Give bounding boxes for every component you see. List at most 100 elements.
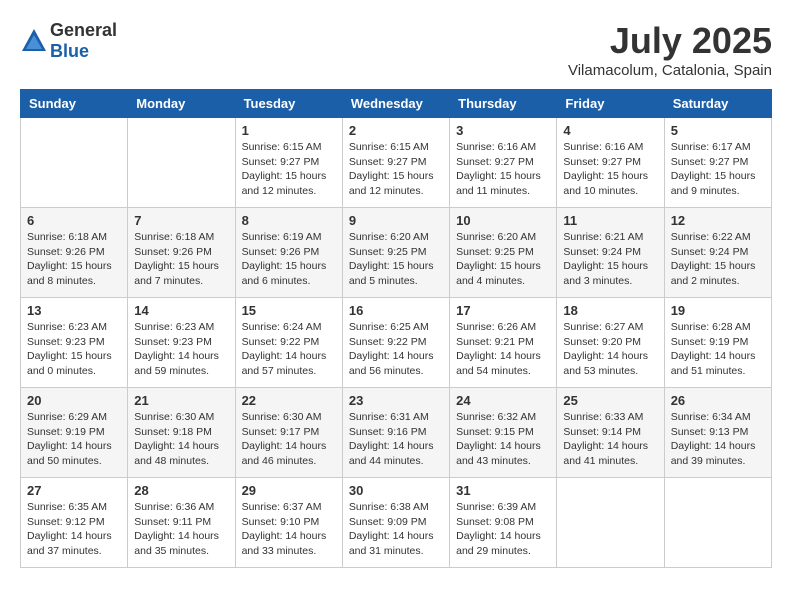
calendar-cell [664, 478, 771, 568]
day-number: 3 [456, 123, 550, 138]
day-number: 5 [671, 123, 765, 138]
day-number: 22 [242, 393, 336, 408]
day-number: 19 [671, 303, 765, 318]
calendar-table: SundayMondayTuesdayWednesdayThursdayFrid… [20, 89, 772, 568]
weekday-header-thursday: Thursday [450, 90, 557, 118]
day-info: Sunrise: 6:15 AMSunset: 9:27 PMDaylight:… [349, 140, 443, 199]
calendar-cell: 10 Sunrise: 6:20 AMSunset: 9:25 PMDayligh… [450, 208, 557, 298]
day-info: Sunrise: 6:30 AMSunset: 9:17 PMDaylight:… [242, 410, 336, 469]
location-subtitle: Vilamacolum, Catalonia, Spain [568, 62, 772, 79]
calendar-body: 1 Sunrise: 6:15 AMSunset: 9:27 PMDaylight… [21, 118, 772, 568]
calendar-cell: 9 Sunrise: 6:20 AMSunset: 9:25 PMDaylight… [342, 208, 449, 298]
day-info: Sunrise: 6:32 AMSunset: 9:15 PMDaylight:… [456, 410, 550, 469]
calendar-cell: 16 Sunrise: 6:25 AMSunset: 9:22 PMDayligh… [342, 298, 449, 388]
calendar-cell: 15Sunrise: 6:24 AMSunset: 9:22 PMDayligh… [235, 298, 342, 388]
day-info: Sunrise: 6:18 AMSunset: 9:26 PMDaylight:… [27, 230, 121, 289]
calendar-cell: 14 Sunrise: 6:23 AMSunset: 9:23 PMDayligh… [128, 298, 235, 388]
day-number: 9 [349, 213, 443, 228]
calendar-cell: 3Sunrise: 6:16 AMSunset: 9:27 PMDaylight… [450, 118, 557, 208]
day-number: 26 [671, 393, 765, 408]
day-number: 1 [242, 123, 336, 138]
day-info: Sunrise: 6:39 AMSunset: 9:08 PMDaylight:… [456, 500, 550, 559]
calendar-cell: 1 Sunrise: 6:15 AMSunset: 9:27 PMDaylight… [235, 118, 342, 208]
day-number: 13 [27, 303, 121, 318]
day-info: Sunrise: 6:17 AMSunset: 9:27 PMDaylight:… [671, 140, 765, 199]
day-info: Sunrise: 6:22 AMSunset: 9:24 PMDaylight:… [671, 230, 765, 289]
day-info: Sunrise: 6:16 AMSunset: 9:27 PMDaylight:… [563, 140, 657, 199]
calendar-cell: 21 Sunrise: 6:30 AMSunset: 9:18 PMDayligh… [128, 388, 235, 478]
day-number: 14 [134, 303, 228, 318]
logo: General Blue [20, 20, 117, 62]
day-info: Sunrise: 6:34 AMSunset: 9:13 PMDaylight:… [671, 410, 765, 469]
calendar-cell: 7Sunrise: 6:18 AMSunset: 9:26 PMDaylight… [128, 208, 235, 298]
day-number: 30 [349, 483, 443, 498]
calendar-cell: 4 Sunrise: 6:16 AMSunset: 9:27 PMDaylight… [557, 118, 664, 208]
day-info: Sunrise: 6:31 AMSunset: 9:16 PMDaylight:… [349, 410, 443, 469]
day-info: Sunrise: 6:27 AMSunset: 9:20 PMDaylight:… [563, 320, 657, 379]
day-info: Sunrise: 6:29 AMSunset: 9:19 PMDaylight:… [27, 410, 121, 469]
calendar-week-1: 1 Sunrise: 6:15 AMSunset: 9:27 PMDaylight… [21, 118, 772, 208]
calendar-cell [21, 118, 128, 208]
calendar-cell: 23 Sunrise: 6:31 AMSunset: 9:16 PMDayligh… [342, 388, 449, 478]
day-info: Sunrise: 6:23 AMSunset: 9:23 PMDaylight:… [27, 320, 121, 379]
calendar-cell: 12 Sunrise: 6:22 AMSunset: 9:24 PMDayligh… [664, 208, 771, 298]
weekday-header-sunday: Sunday [21, 90, 128, 118]
day-info: Sunrise: 6:30 AMSunset: 9:18 PMDaylight:… [134, 410, 228, 469]
day-info: Sunrise: 6:15 AMSunset: 9:27 PMDaylight:… [242, 140, 336, 199]
calendar-week-5: 27 Sunrise: 6:35 AMSunset: 9:12 PMDayligh… [21, 478, 772, 568]
calendar-cell: 28Sunrise: 6:36 AMSunset: 9:11 PMDayligh… [128, 478, 235, 568]
calendar-week-3: 13 Sunrise: 6:23 AMSunset: 9:23 PMDayligh… [21, 298, 772, 388]
day-number: 27 [27, 483, 121, 498]
day-info: Sunrise: 6:20 AMSunset: 9:25 PMDaylight:… [349, 230, 443, 289]
day-number: 21 [134, 393, 228, 408]
weekday-header-monday: Monday [128, 90, 235, 118]
calendar-cell [557, 478, 664, 568]
title-area: July 2025 Vilamacolum, Catalonia, Spain [568, 20, 772, 79]
logo-icon [20, 27, 48, 55]
month-year-title: July 2025 [568, 20, 772, 62]
header: General Blue July 2025 Vilamacolum, Cata… [20, 20, 772, 79]
day-number: 16 [349, 303, 443, 318]
day-info: Sunrise: 6:33 AMSunset: 9:14 PMDaylight:… [563, 410, 657, 469]
day-number: 25 [563, 393, 657, 408]
calendar-cell: 19 Sunrise: 6:28 AMSunset: 9:19 PMDayligh… [664, 298, 771, 388]
day-info: Sunrise: 6:28 AMSunset: 9:19 PMDaylight:… [671, 320, 765, 379]
weekday-header-wednesday: Wednesday [342, 90, 449, 118]
day-number: 31 [456, 483, 550, 498]
day-info: Sunrise: 6:23 AMSunset: 9:23 PMDaylight:… [134, 320, 228, 379]
weekday-header-tuesday: Tuesday [235, 90, 342, 118]
day-number: 10 [456, 213, 550, 228]
calendar-cell: 29 Sunrise: 6:37 AMSunset: 9:10 PMDayligh… [235, 478, 342, 568]
day-number: 4 [563, 123, 657, 138]
calendar-cell: 26 Sunrise: 6:34 AMSunset: 9:13 PMDayligh… [664, 388, 771, 478]
calendar-cell: 11Sunrise: 6:21 AMSunset: 9:24 PMDayligh… [557, 208, 664, 298]
day-number: 6 [27, 213, 121, 228]
day-info: Sunrise: 6:35 AMSunset: 9:12 PMDaylight:… [27, 500, 121, 559]
day-info: Sunrise: 6:38 AMSunset: 9:09 PMDaylight:… [349, 500, 443, 559]
calendar-cell: 8Sunrise: 6:19 AMSunset: 9:26 PMDaylight… [235, 208, 342, 298]
day-number: 29 [242, 483, 336, 498]
calendar-cell [128, 118, 235, 208]
day-number: 18 [563, 303, 657, 318]
day-info: Sunrise: 6:20 AMSunset: 9:25 PMDaylight:… [456, 230, 550, 289]
day-number: 12 [671, 213, 765, 228]
day-info: Sunrise: 6:25 AMSunset: 9:22 PMDaylight:… [349, 320, 443, 379]
day-info: Sunrise: 6:19 AMSunset: 9:26 PMDaylight:… [242, 230, 336, 289]
calendar-week-4: 20 Sunrise: 6:29 AMSunset: 9:19 PMDayligh… [21, 388, 772, 478]
day-number: 17 [456, 303, 550, 318]
calendar-header: SundayMondayTuesdayWednesdayThursdayFrid… [21, 90, 772, 118]
weekday-header-row: SundayMondayTuesdayWednesdayThursdayFrid… [21, 90, 772, 118]
logo-blue-text: Blue [50, 41, 89, 61]
day-number: 11 [563, 213, 657, 228]
day-number: 20 [27, 393, 121, 408]
calendar-cell: 31 Sunrise: 6:39 AMSunset: 9:08 PMDayligh… [450, 478, 557, 568]
calendar-cell: 5 Sunrise: 6:17 AMSunset: 9:27 PMDaylight… [664, 118, 771, 208]
day-info: Sunrise: 6:36 AMSunset: 9:11 PMDaylight:… [134, 500, 228, 559]
day-number: 23 [349, 393, 443, 408]
day-number: 15 [242, 303, 336, 318]
calendar-cell: 20 Sunrise: 6:29 AMSunset: 9:19 PMDayligh… [21, 388, 128, 478]
calendar-cell: 22 Sunrise: 6:30 AMSunset: 9:17 PMDayligh… [235, 388, 342, 478]
calendar-cell: 17Sunrise: 6:26 AMSunset: 9:21 PMDayligh… [450, 298, 557, 388]
calendar-cell: 2Sunrise: 6:15 AMSunset: 9:27 PMDaylight… [342, 118, 449, 208]
day-info: Sunrise: 6:37 AMSunset: 9:10 PMDaylight:… [242, 500, 336, 559]
